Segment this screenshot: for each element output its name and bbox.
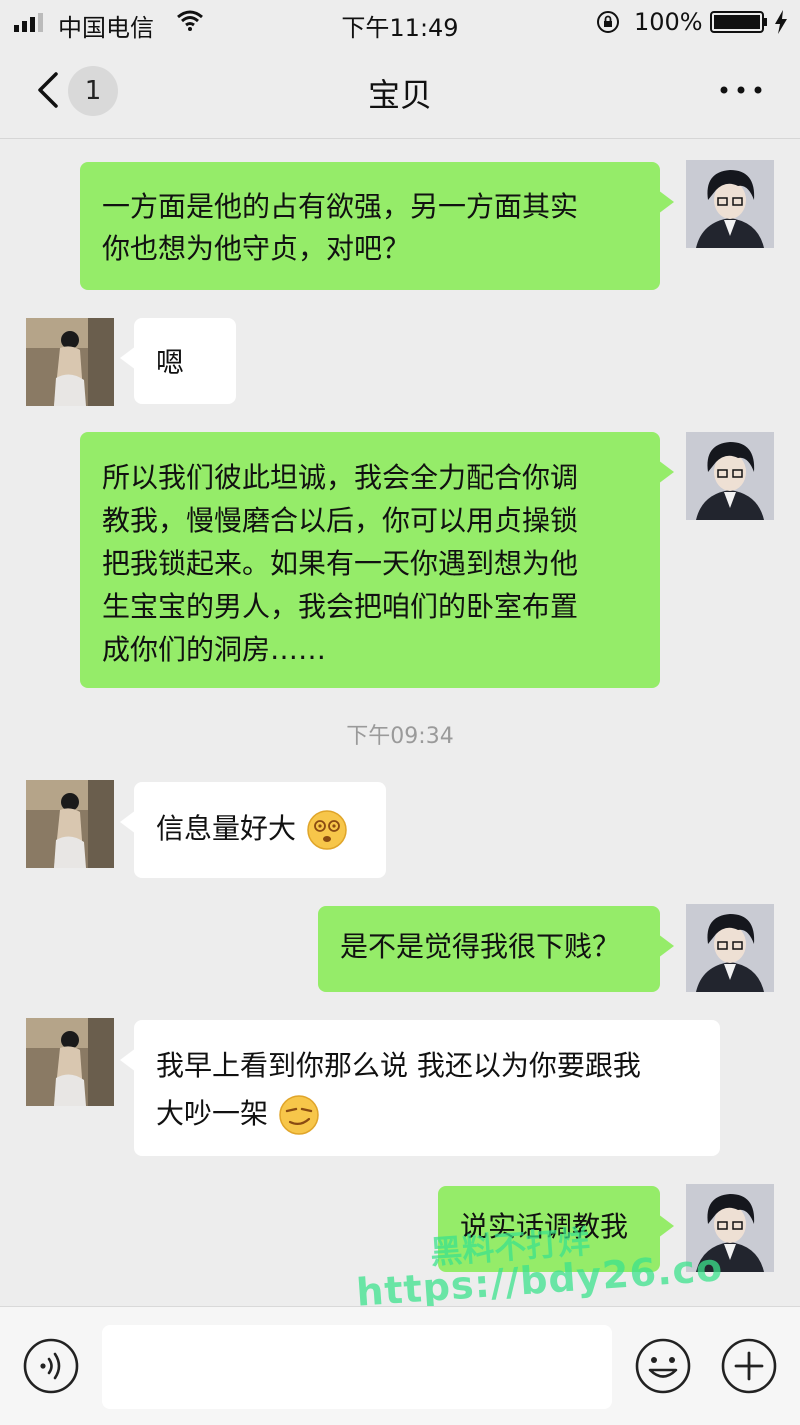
input-bar: [0, 1306, 800, 1425]
rotation-lock-icon: [597, 11, 619, 33]
dizzy-face-emoji: [307, 810, 347, 850]
contact-avatar[interactable]: [26, 318, 114, 406]
charging-icon: [775, 10, 787, 34]
message-text: 所以我们彼此坦诚，我会全力配合你调 教我，慢慢磨合以后，你可以用贞操锁 把我锁起…: [102, 461, 579, 666]
more-options-icon[interactable]: [716, 78, 766, 102]
chat-title: 宝贝: [367, 76, 432, 114]
emoji-icon[interactable]: [634, 1337, 692, 1395]
message-text: 嗯: [156, 346, 185, 379]
outgoing-bubble[interactable]: 一方面是他的占有欲强，另一方面其实 你也想为他守贞，对吧？: [80, 162, 674, 290]
message-timestamp: 下午09:34: [346, 724, 454, 749]
incoming-bubble[interactable]: 嗯: [120, 318, 236, 404]
outgoing-bubble[interactable]: 所以我们彼此坦诚，我会全力配合你调 教我，慢慢磨合以后，你可以用贞操锁 把我锁起…: [80, 432, 674, 688]
chat-header: 1 宝贝: [0, 46, 800, 139]
message-text: 是不是觉得我很下贱？: [340, 930, 621, 963]
contact-avatar[interactable]: [26, 1018, 114, 1106]
my-avatar[interactable]: [686, 904, 774, 992]
my-avatar[interactable]: [686, 432, 774, 520]
contact-avatar[interactable]: [26, 780, 114, 868]
incoming-bubble[interactable]: 我早上看到你那么说 我还以为你要跟我 大吵一架: [120, 1020, 720, 1156]
message-text: 信息量好大: [156, 812, 297, 845]
status-bar: 中国电信 下午11:49 100%: [0, 0, 800, 46]
battery-percent: 100%: [634, 8, 703, 36]
incoming-bubble[interactable]: 信息量好大: [120, 782, 386, 878]
message-text: 我早上看到你那么说 我还以为你要跟我 大吵一架: [156, 1049, 641, 1130]
message-input[interactable]: [102, 1325, 612, 1409]
message-text: 一方面是他的占有欲强，另一方面其实 你也想为他守贞，对吧？: [102, 190, 579, 265]
voice-icon[interactable]: [22, 1337, 80, 1395]
plus-icon[interactable]: [720, 1337, 778, 1395]
smirk-face-emoji: [279, 1095, 319, 1135]
battery-icon: [710, 11, 767, 33]
my-avatar[interactable]: [686, 160, 774, 248]
outgoing-bubble[interactable]: 是不是觉得我很下贱？: [318, 906, 674, 992]
